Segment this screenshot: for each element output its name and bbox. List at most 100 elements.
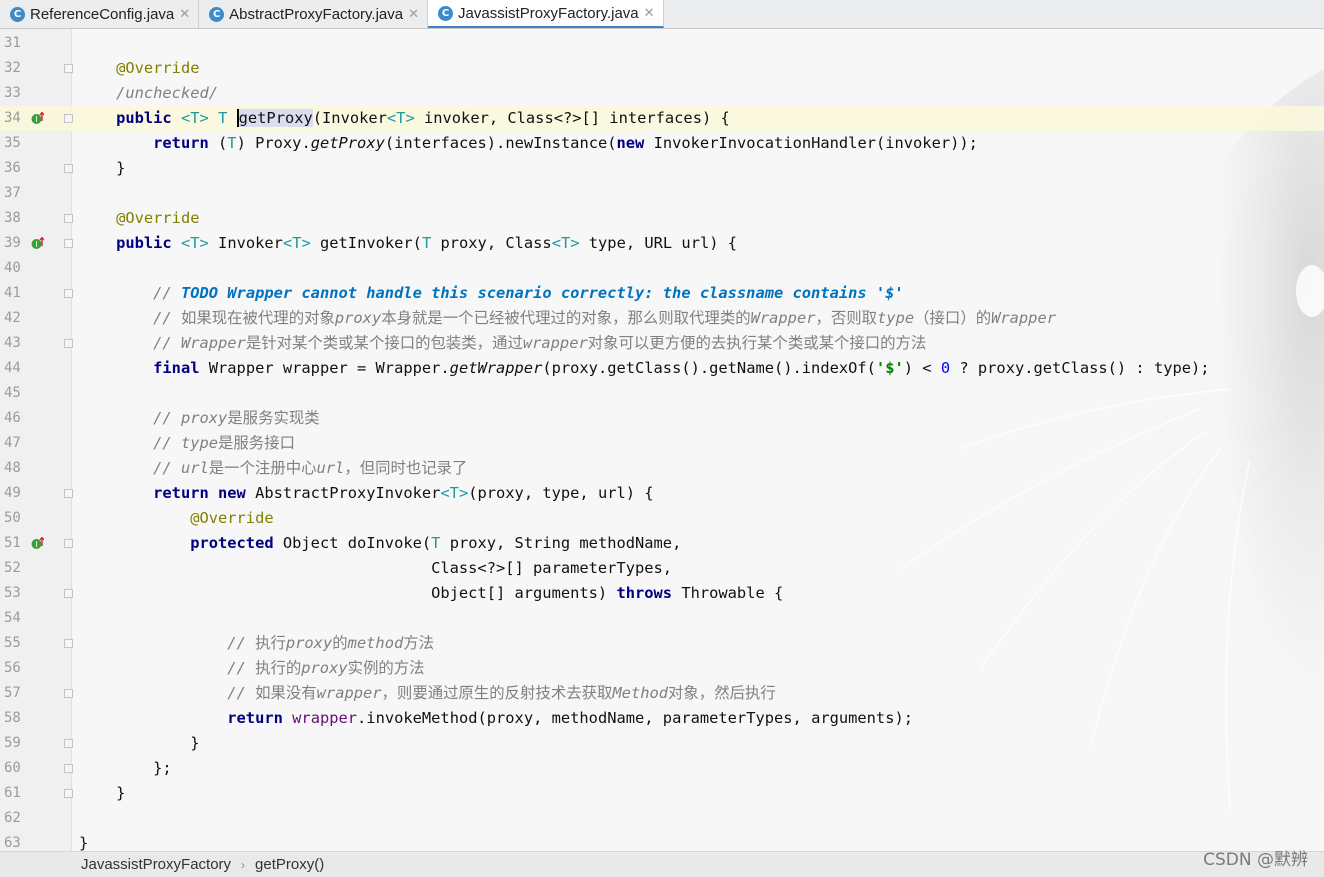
breadcrumb-method[interactable]: getProxy()	[255, 856, 324, 873]
fold-icon[interactable]	[64, 214, 73, 223]
line-number: 33	[4, 85, 21, 101]
close-tab-icon[interactable]: ✕	[644, 6, 655, 21]
code-line[interactable]: 31	[0, 31, 1324, 56]
code-line[interactable]: 59 }	[0, 731, 1324, 756]
code-text: public <T> T getProxy(Invoker<T> invoker…	[116, 109, 730, 127]
fold-icon[interactable]	[64, 339, 73, 348]
code-line[interactable]: 34 I public <T> T getProxy(Invoker<T> inv…	[0, 106, 1324, 131]
code-line[interactable]: 51 I protected Object doInvoke(T proxy, S…	[0, 531, 1324, 556]
tab-label: ReferenceConfig.java	[30, 5, 175, 23]
fold-icon[interactable]	[64, 764, 73, 773]
code-line[interactable]: 54	[0, 606, 1324, 631]
code-text: // 如果现在被代理的对象proxy本身就是一个已经被代理过的对象，那么则取代理…	[153, 309, 1056, 327]
line-number: 59	[4, 735, 21, 751]
line-number: 47	[4, 435, 21, 451]
class-icon: C	[10, 6, 25, 22]
implements-method-icon[interactable]: I	[31, 237, 44, 250]
code-line[interactable]: 38 @Override	[0, 206, 1324, 231]
code-line[interactable]: 53 Object[] arguments) throws Throwable …	[0, 581, 1324, 606]
close-tab-icon[interactable]: ✕	[408, 7, 419, 22]
line-number: 32	[4, 60, 21, 76]
code-line[interactable]: 42 // 如果现在被代理的对象proxy本身就是一个已经被代理过的对象，那么则…	[0, 306, 1324, 331]
code-line[interactable]: 40	[0, 256, 1324, 281]
code-text: }	[79, 834, 89, 851]
code-line[interactable]: 45	[0, 381, 1324, 406]
code-text: // type是服务接口	[153, 434, 295, 452]
fold-icon[interactable]	[64, 539, 73, 548]
line-number: 49	[4, 485, 21, 501]
code-line[interactable]: 50 @Override	[0, 506, 1324, 531]
implements-method-icon[interactable]: I	[31, 112, 44, 125]
code-line[interactable]: 33 /unchecked/	[0, 81, 1324, 106]
watermark: CSDN @默辨	[1203, 850, 1308, 870]
line-number: 54	[4, 610, 21, 626]
tab-2[interactable]: C JavassistProxyFactory.java ✕	[428, 0, 664, 28]
code-line[interactable]: 41 // TODO Wrapper cannot handle this sc…	[0, 281, 1324, 306]
fold-icon[interactable]	[64, 639, 73, 648]
code-line[interactable]: 46 // proxy是服务实现类	[0, 406, 1324, 431]
code-text: return wrapper.invokeMethod(proxy, metho…	[227, 709, 913, 727]
code-line[interactable]: 55 // 执行proxy的method方法	[0, 631, 1324, 656]
class-icon: C	[209, 6, 225, 22]
svg-text:I: I	[35, 540, 37, 549]
class-icon: C	[438, 5, 454, 21]
code-line[interactable]: 36 }	[0, 156, 1324, 181]
code-line[interactable]: 61 }	[0, 781, 1324, 806]
code-text: // Wrapper是针对某个类或某个接口的包装类，通过wrapper对象可以更…	[153, 334, 927, 352]
code-line[interactable]: 58 return wrapper.invokeMethod(proxy, me…	[0, 706, 1324, 731]
fold-icon[interactable]	[64, 164, 73, 173]
implements-method-icon[interactable]: I	[31, 537, 44, 550]
code-text: final Wrapper wrapper = Wrapper.getWrapp…	[153, 359, 1210, 377]
code-line[interactable]: 35 return (T) Proxy.getProxy(interfaces)…	[0, 131, 1324, 156]
code-line[interactable]: 62	[0, 806, 1324, 831]
line-number: 36	[4, 160, 21, 176]
line-number: 37	[4, 185, 21, 201]
code-text: public <T> Invoker<T> getInvoker(T proxy…	[116, 234, 738, 252]
code-line[interactable]: 57 // 如果没有wrapper，则要通过原生的反射技术去获取Method对象…	[0, 681, 1324, 706]
fold-icon[interactable]	[64, 789, 73, 798]
code-line[interactable]: 44 final Wrapper wrapper = Wrapper.getWr…	[0, 356, 1324, 381]
fold-icon[interactable]	[64, 739, 73, 748]
code-line[interactable]: 52 Class<?>[] parameterTypes,	[0, 556, 1324, 581]
code-line[interactable]: 60 };	[0, 756, 1324, 781]
line-number: 45	[4, 385, 21, 401]
code-line[interactable]: 49 return new AbstractProxyInvoker<T>(pr…	[0, 481, 1324, 506]
tab-1[interactable]: C AbstractProxyFactory.java ✕	[199, 0, 429, 28]
line-number: 61	[4, 785, 21, 801]
fold-icon[interactable]	[64, 489, 73, 498]
code-line[interactable]: 56 // 执行的proxy实例的方法	[0, 656, 1324, 681]
code-text: @Override	[116, 209, 200, 227]
code-text: return (T) Proxy.getProxy(interfaces).ne…	[153, 134, 978, 152]
line-number: 41	[4, 285, 21, 301]
fold-icon[interactable]	[64, 64, 73, 73]
code-text: return new AbstractProxyInvoker<T>(proxy…	[153, 484, 654, 502]
code-text: // proxy是服务实现类	[153, 409, 320, 427]
code-line[interactable]: 39 I public <T> Invoker<T> getInvoker(T p…	[0, 231, 1324, 256]
code-editor[interactable]: 31 32 @Override 33 /unchecked/34 I public <…	[0, 29, 1324, 851]
fold-icon[interactable]	[64, 289, 73, 298]
code-line[interactable]: 63}	[0, 831, 1324, 851]
code-line[interactable]: 32 @Override	[0, 56, 1324, 81]
close-tab-icon[interactable]: ✕	[179, 7, 190, 22]
code-line[interactable]: 37	[0, 181, 1324, 206]
tab-label: AbstractProxyFactory.java	[229, 5, 404, 23]
fold-icon[interactable]	[64, 239, 73, 248]
tab-0[interactable]: C ReferenceConfig.java ✕	[0, 0, 200, 28]
fold-icon[interactable]	[64, 114, 73, 123]
line-number: 43	[4, 335, 21, 351]
code-text: // 执行的proxy实例的方法	[227, 659, 425, 677]
code-text: }	[79, 159, 126, 177]
breadcrumb-class[interactable]: JavassistProxyFactory	[81, 856, 231, 873]
line-number: 63	[4, 835, 21, 851]
code-line[interactable]: 43 // Wrapper是针对某个类或某个接口的包装类，通过wrapper对象…	[0, 331, 1324, 356]
breadcrumb-separator-icon: ›	[241, 857, 246, 872]
code-line[interactable]: 47 // type是服务接口	[0, 431, 1324, 456]
fold-icon[interactable]	[64, 689, 73, 698]
code-text: }	[79, 734, 200, 752]
line-number: 57	[4, 685, 21, 701]
line-number: 55	[4, 635, 21, 651]
fold-icon[interactable]	[64, 589, 73, 598]
code-line[interactable]: 48 // url是一个注册中心url，但同时也记录了	[0, 456, 1324, 481]
line-number: 42	[4, 310, 21, 326]
line-number: 51	[4, 535, 21, 551]
